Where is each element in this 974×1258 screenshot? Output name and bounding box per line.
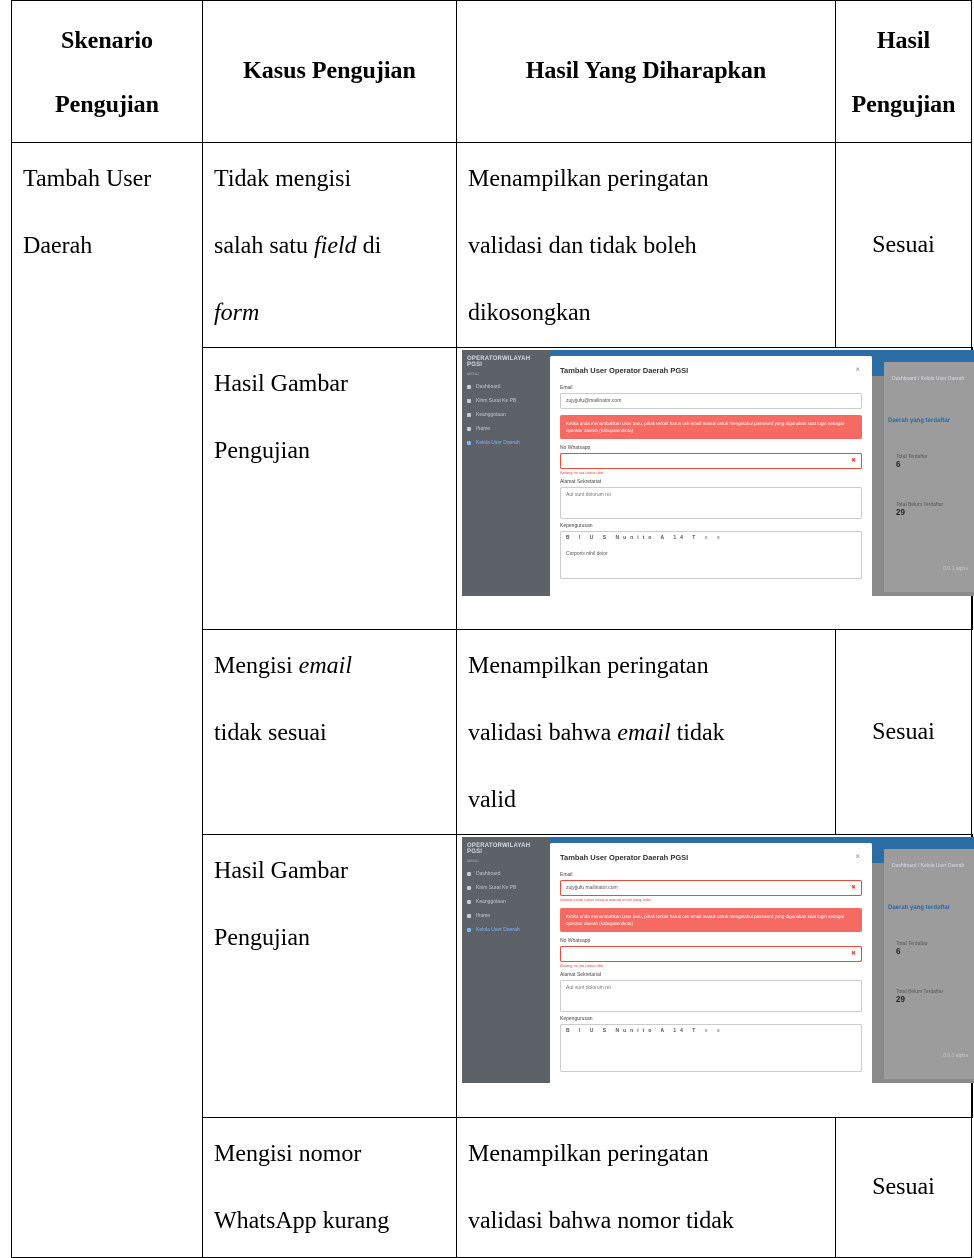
image-label-cell: Hasil Gambar Pengujian — [202, 347, 457, 630]
expected-cell: Menampilkan peringatan validasi bahwa em… — [456, 629, 836, 835]
header-expected: Hasil Yang Diharapkan — [456, 0, 836, 143]
header-scenario: Skenario Pengujian — [11, 0, 203, 143]
sidebar: OPERATORWILAYAH PGSI MENU Dashboard Kiri… — [462, 837, 550, 1083]
sidebar: OPERATORWILAYAH PGSI MENU Dashboard Kiri… — [462, 350, 550, 596]
screenshot-image: OPERATORWILAYAH PGSI MENU Dashboard Kiri… — [462, 350, 974, 596]
modal: Tambah User Operator Daerah PGSI × Email… — [550, 356, 872, 596]
result-cell: Sesuai — [835, 142, 972, 348]
test-table: Skenario Pengujian Kasus Pengujian Hasil… — [11, 0, 974, 1258]
case-cell: Mengisi email tidak sesuai — [202, 629, 457, 835]
result-cell: Sesuai — [835, 629, 972, 835]
case-cell: Mengisi nomor WhatsApp kurang — [202, 1117, 457, 1258]
header-row: Skenario Pengujian Kasus Pengujian Hasil… — [11, 0, 973, 143]
expected-cell: Menampilkan peringatan validasi dan tida… — [456, 142, 836, 348]
modal: Tambah User Operator Daerah PGSI × Email… — [550, 843, 872, 1083]
table-row: Tambah User Daerah Tidak mengisi salah s… — [11, 142, 973, 1258]
case-cell: Tidak mengisi salah satu field di form — [202, 142, 457, 348]
screenshot-cell: OPERATORWILAYAH PGSI MENU Dashboard Kiri… — [456, 834, 974, 1118]
header-case: Kasus Pengujian — [202, 0, 457, 143]
close-icon: × — [855, 852, 860, 861]
result-cell: Sesuai — [835, 1117, 972, 1258]
scenario-cell: Tambah User Daerah — [11, 142, 203, 1258]
image-label-cell: Hasil Gambar Pengujian — [202, 834, 457, 1118]
close-icon: × — [855, 365, 860, 374]
header-result: Hasil Pengujian — [835, 0, 972, 143]
expected-cell: Menampilkan peringatan validasi bahwa no… — [456, 1117, 836, 1258]
screenshot-cell: OPERATORWILAYAH PGSI MENU Dashboard Kiri… — [456, 347, 974, 630]
screenshot-image: OPERATORWILAYAH PGSI MENU Dashboard Kiri… — [462, 837, 974, 1083]
